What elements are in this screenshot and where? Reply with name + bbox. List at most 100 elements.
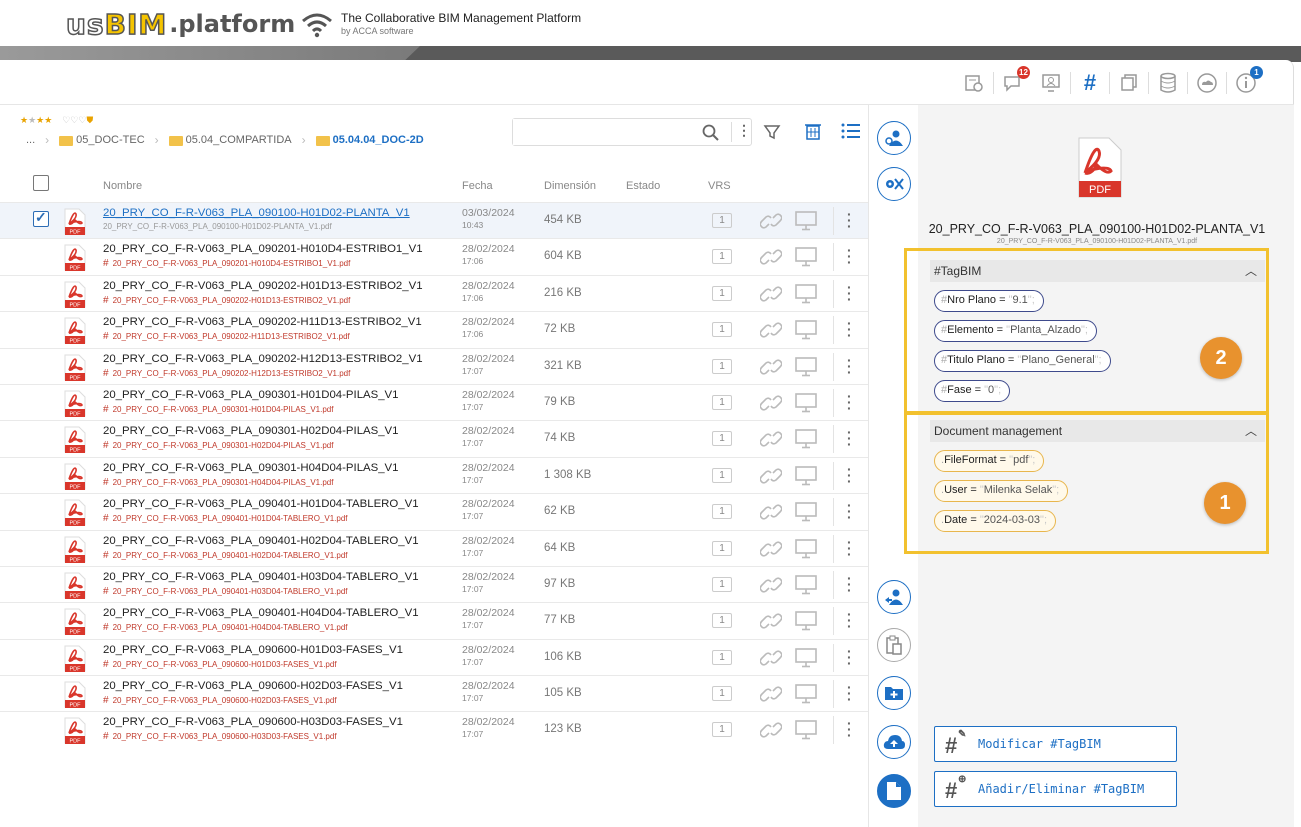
version-badge[interactable]: 1 — [712, 649, 732, 665]
table-row[interactable]: PDF 20_PRY_CO_F-R-V063_PLA_090600-H02D03… — [0, 675, 868, 711]
filter-icon[interactable] — [763, 123, 781, 141]
monitor-icon[interactable] — [795, 211, 817, 236]
search-input[interactable] — [513, 119, 697, 145]
document-details-button[interactable] — [877, 774, 911, 808]
column-header-date[interactable]: Fecha — [462, 180, 493, 192]
version-badge[interactable]: 1 — [712, 322, 732, 338]
version-badge[interactable]: 1 — [712, 358, 732, 374]
table-row[interactable]: PDF 20_PRY_CO_F-R-V063_PLA_090401-H04D04… — [0, 602, 868, 638]
column-header-size[interactable]: Dimensión — [544, 180, 596, 192]
more-options-icon[interactable]: · · · — [847, 571, 852, 597]
table-row[interactable]: PDF 20_PRY_CO_F-R-V063_PLA_090202-H12D13… — [0, 347, 868, 384]
document-chip[interactable]: .Date = "2024-03-03"; — [934, 510, 1057, 532]
trash-icon[interactable] — [803, 121, 823, 141]
file-name[interactable]: 20_PRY_CO_F-R-V063_PLA_090202-H01D13-EST… — [103, 280, 423, 292]
column-header-vrs[interactable]: VRS — [708, 180, 731, 192]
new-folder-button[interactable] — [877, 676, 911, 710]
monitor-icon[interactable] — [795, 720, 817, 745]
breadcrumb-ellipsis[interactable]: ... — [26, 134, 35, 146]
monitor-icon[interactable] — [795, 429, 817, 454]
file-name[interactable]: 20_PRY_CO_F-R-V063_PLA_090401-H04D04-TAB… — [103, 607, 419, 619]
monitor-icon[interactable] — [795, 647, 817, 673]
table-row[interactable]: PDF 20_PRY_CO_F-R-V063_PLA_090202-H01D13… — [0, 274, 868, 311]
file-name[interactable]: 20_PRY_CO_F-R-V063_PLA_090100-H01D02-PLA… — [103, 207, 410, 219]
version-badge[interactable]: 1 — [712, 249, 732, 265]
version-badge[interactable]: 1 — [712, 722, 732, 738]
version-badge[interactable]: 1 — [712, 576, 732, 592]
database-icon[interactable] — [1157, 72, 1179, 94]
copy-icon[interactable] — [1118, 72, 1140, 94]
tagbim-header[interactable]: #TagBIM ︿ — [930, 260, 1265, 282]
file-name[interactable]: 20_PRY_CO_F-R-V063_PLA_090301-H04D04-PIL… — [103, 462, 399, 474]
tagbim-chip[interactable]: #Nro Plano = "9.1"; — [934, 290, 1044, 312]
monitor-icon[interactable] — [795, 247, 817, 272]
more-options-icon[interactable]: · · · — [847, 716, 852, 742]
table-row[interactable]: PDF 20_PRY_CO_F-R-V063_PLA_090202-H11D13… — [0, 311, 868, 347]
monitor-icon[interactable] — [795, 356, 817, 382]
link-icon[interactable] — [759, 648, 783, 673]
column-header-name[interactable]: Nombre — [103, 180, 142, 192]
version-badge[interactable]: 1 — [712, 504, 732, 520]
cloud-icon[interactable] — [1196, 72, 1218, 94]
monitor-icon[interactable] — [795, 283, 817, 309]
link-icon[interactable] — [759, 502, 783, 527]
more-options-icon[interactable]: · · · — [847, 607, 852, 633]
monitor-icon[interactable] — [795, 393, 817, 418]
more-options-icon[interactable]: · · · — [847, 680, 852, 706]
search-options-icon[interactable]: ⋮ — [737, 122, 751, 139]
more-options-icon[interactable]: · · · — [847, 425, 852, 451]
monitor-icon[interactable] — [795, 611, 817, 636]
file-name[interactable]: 20_PRY_CO_F-R-V063_PLA_090301-H01D04-PIL… — [103, 389, 399, 401]
link-icon[interactable] — [759, 429, 783, 454]
share-users-button[interactable] — [877, 121, 911, 155]
table-row[interactable]: PDF 20_PRY_CO_F-R-V063_PLA_090600-H03D03… — [0, 711, 868, 747]
link-icon[interactable] — [759, 539, 783, 564]
file-name[interactable]: 20_PRY_CO_F-R-V063_PLA_090202-H12D13-EST… — [103, 353, 423, 365]
version-badge[interactable]: 1 — [712, 467, 732, 483]
select-all-checkbox[interactable] — [33, 175, 49, 191]
link-icon[interactable] — [759, 611, 783, 636]
version-badge[interactable]: 1 — [712, 431, 732, 447]
column-header-status[interactable]: Estado — [626, 180, 660, 192]
row-checkbox[interactable] — [33, 209, 49, 227]
file-name[interactable]: 20_PRY_CO_F-R-V063_PLA_090401-H01D04-TAB… — [103, 498, 419, 510]
monitor-icon[interactable] — [795, 575, 817, 600]
link-icon[interactable] — [759, 720, 783, 745]
link-icon[interactable] — [759, 357, 783, 382]
more-options-icon[interactable]: · · · — [847, 316, 852, 342]
file-name[interactable]: 20_PRY_CO_F-R-V063_PLA_090201-H010D4-EST… — [103, 243, 423, 255]
more-options-icon[interactable]: · · · — [847, 280, 852, 306]
document-management-header[interactable]: Document management ︿ — [930, 420, 1265, 442]
more-options-icon[interactable]: · · · — [847, 644, 852, 670]
file-name[interactable]: 20_PRY_CO_F-R-V063_PLA_090301-H02D04-PIL… — [103, 425, 399, 437]
link-icon[interactable] — [759, 284, 783, 309]
chevron-up-icon[interactable]: ︿ — [1245, 262, 1257, 279]
version-badge[interactable]: 1 — [712, 213, 732, 228]
file-name[interactable]: 20_PRY_CO_F-R-V063_PLA_090600-H02D03-FAS… — [103, 680, 403, 692]
more-options-icon[interactable]: · · · — [847, 389, 852, 415]
usbim-logo[interactable]: us BIM .platform — [65, 7, 295, 42]
add-remove-tagbim-button[interactable]: # ⊕ Añadir/Eliminar #TagBIM — [934, 771, 1177, 807]
info-icon[interactable]: 1 — [1235, 66, 1263, 94]
list-view-icon[interactable] — [841, 123, 861, 139]
upload-button[interactable] — [877, 725, 911, 759]
link-icon[interactable] — [759, 320, 783, 345]
rating-stars[interactable]: ★★★★ ♡♡♡⛊ — [20, 115, 93, 126]
link-icon[interactable] — [759, 247, 783, 272]
history-icon[interactable] — [963, 72, 985, 94]
file-name[interactable]: 20_PRY_CO_F-R-V063_PLA_090202-H11D13-EST… — [103, 316, 422, 328]
link-icon[interactable] — [759, 684, 783, 709]
search-icon[interactable] — [701, 123, 721, 143]
table-row[interactable]: PDF 20_PRY_CO_F-R-V063_PLA_090401-H01D04… — [0, 493, 868, 529]
monitor-icon[interactable] — [795, 465, 817, 491]
file-name[interactable]: 20_PRY_CO_F-R-V063_PLA_090600-H03D03-FAS… — [103, 716, 403, 728]
comments-icon[interactable]: 12 — [1002, 66, 1030, 94]
tagbim-hash-icon[interactable]: # — [1079, 70, 1101, 95]
breadcrumb-item[interactable]: 05.04_COMPARTIDA — [186, 134, 292, 146]
tagbim-chip[interactable]: #Elemento = "Planta_Alzado"; — [934, 320, 1097, 342]
tagbim-chip[interactable]: #Titulo Plano = "Plano_General"; — [934, 350, 1111, 372]
tagbim-chip[interactable]: #Fase = "0"; — [934, 380, 1011, 402]
link-icon[interactable] — [759, 466, 783, 491]
table-row[interactable]: PDF 20_PRY_CO_F-R-V063_PLA_090100-H01D02… — [0, 202, 868, 239]
table-row[interactable]: PDF 20_PRY_CO_F-R-V063_PLA_090401-H02D04… — [0, 529, 868, 566]
